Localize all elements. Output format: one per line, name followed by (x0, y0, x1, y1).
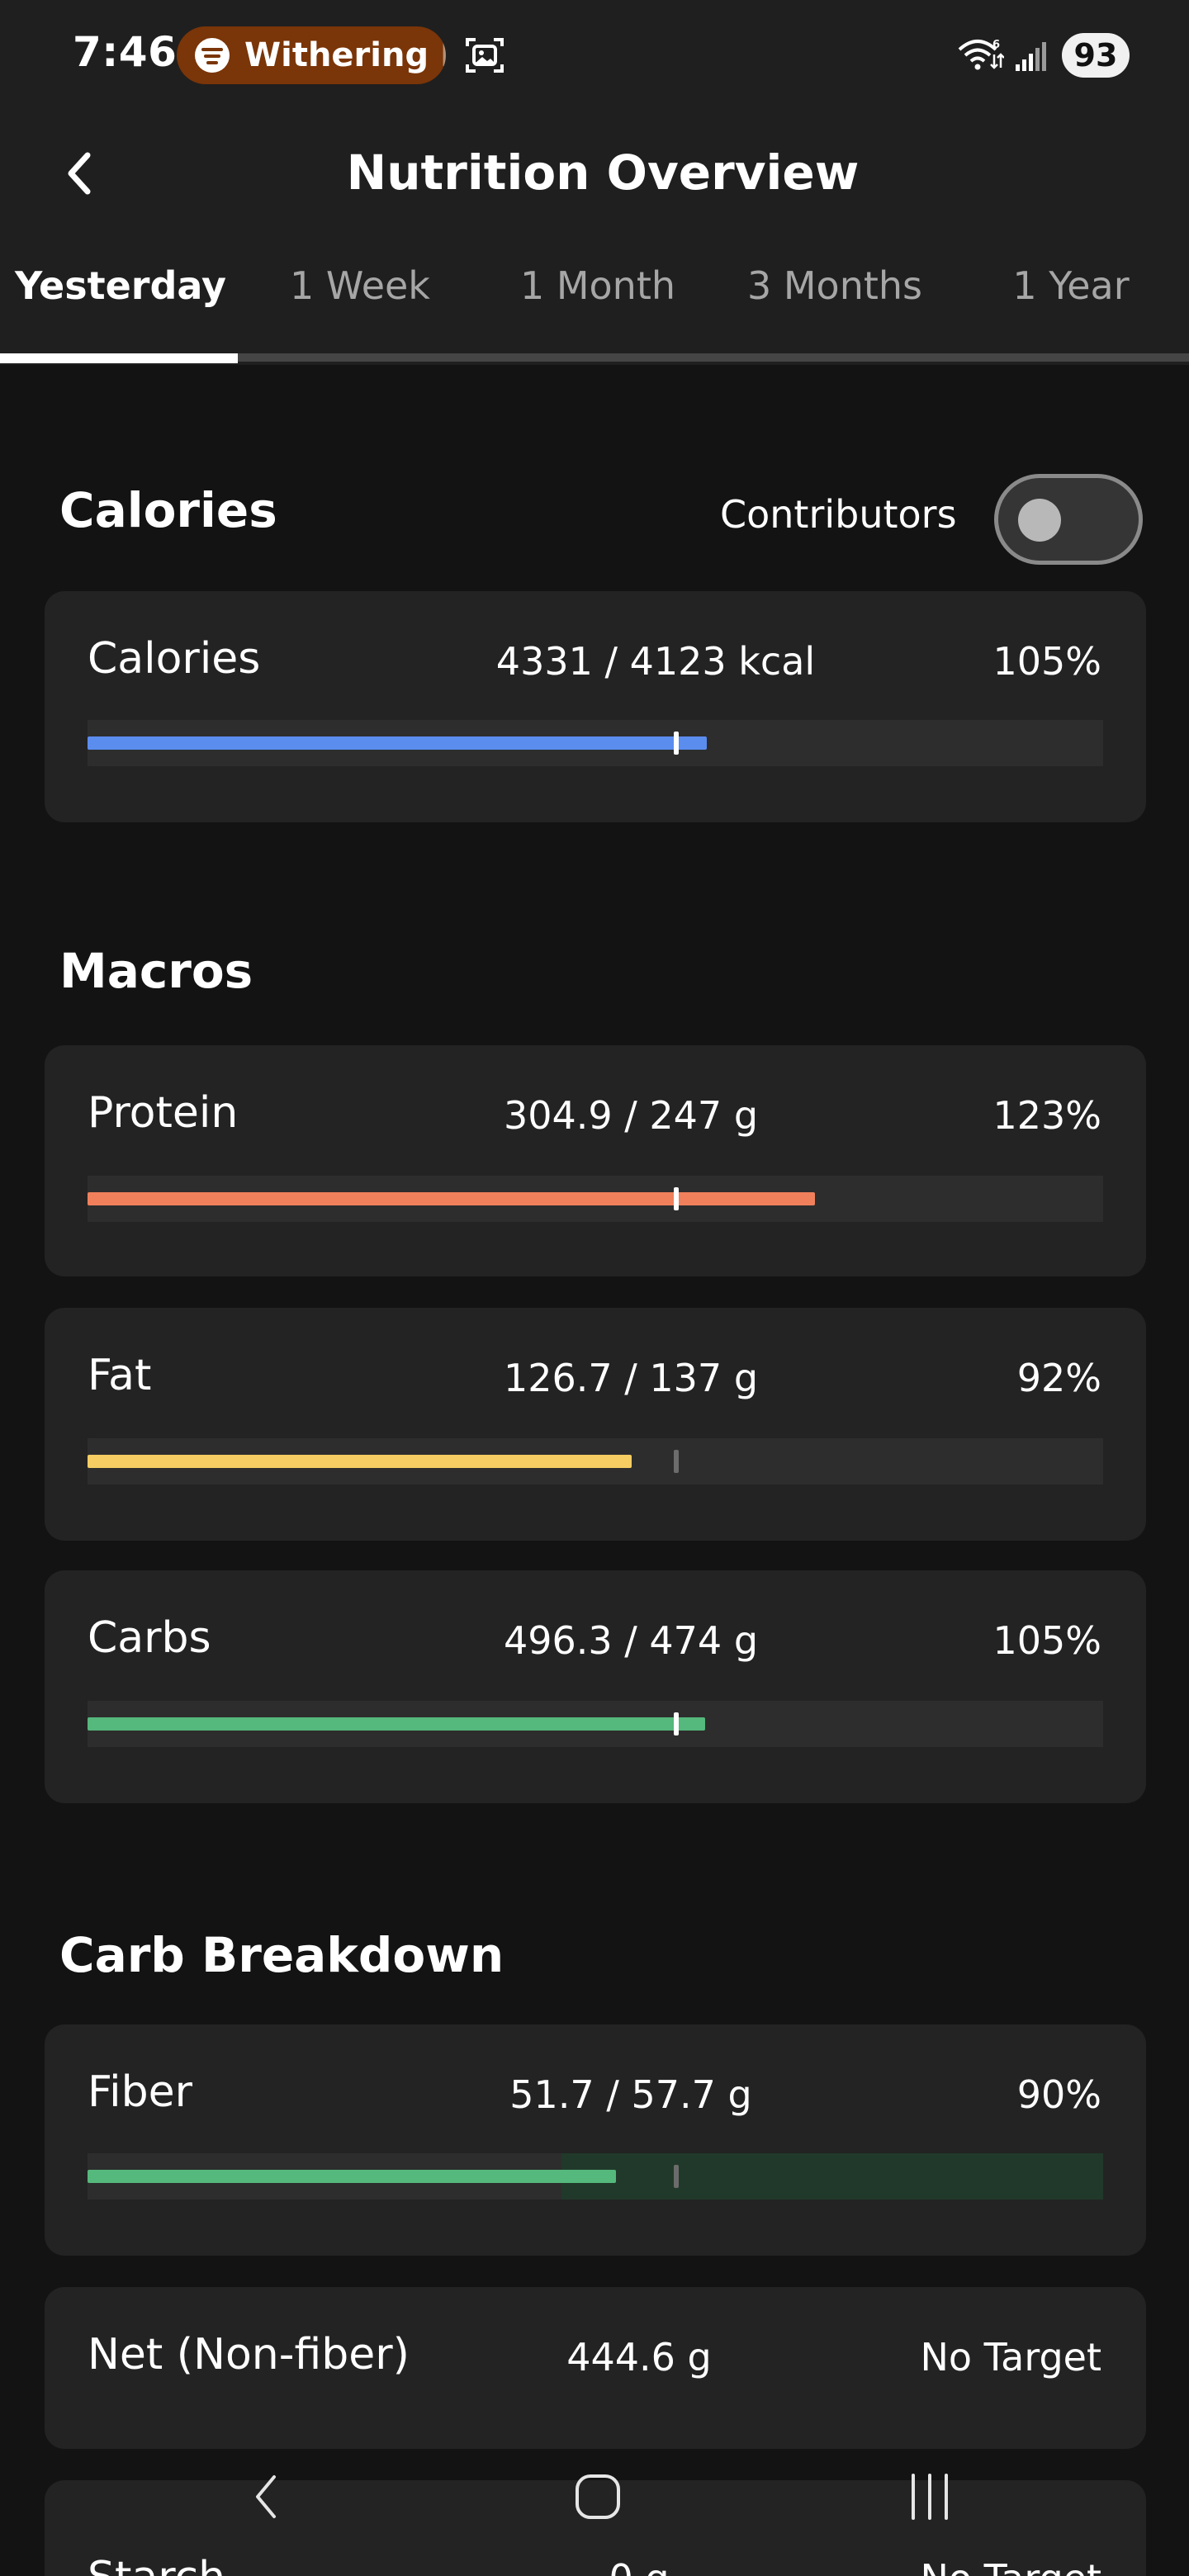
target-marker (674, 1712, 679, 1735)
progress-bar (88, 720, 1103, 766)
target-zone (561, 2153, 1103, 2200)
nutrient-card-carbs[interactable]: Carbs 496.3 / 474 g 105% (45, 1570, 1146, 1803)
back-nav-icon (256, 2475, 276, 2518)
nutrient-card-fiber[interactable]: Fiber 51.7 / 57.7 g 90% (45, 2024, 1146, 2256)
progress-bar (88, 1438, 1103, 1485)
progress-fill (88, 1192, 815, 1205)
target-marker (674, 1450, 679, 1473)
progress-bar (88, 1701, 1103, 1747)
wifi-icon: 6 (958, 39, 1004, 70)
contributors-label: Contributors (720, 492, 957, 537)
tab-3-months[interactable]: 3 Months (717, 244, 953, 327)
progress-bar (88, 2153, 1103, 2200)
system-navigation-bar (0, 2444, 1189, 2576)
nutrition-overview-screen: 7:46 Withering F 6 93 Nutrition Overview… (0, 0, 1189, 2576)
recents-nav-icon (912, 2474, 948, 2520)
svg-text:6: 6 (992, 39, 1000, 51)
nutrient-card-fat[interactable]: Fat 126.7 / 137 g 92% (45, 1308, 1146, 1541)
calories-section-title: Calories (59, 482, 277, 538)
tab-1-year[interactable]: 1 Year (953, 244, 1189, 327)
nutrient-value: 4331 / 4123 kcal (495, 639, 816, 684)
home-nav-icon (576, 2474, 620, 2519)
tab-1-month[interactable]: 1 Month (479, 244, 717, 327)
active-tab-indicator (0, 353, 238, 363)
contributors-toggle[interactable] (994, 474, 1143, 565)
battery-indicator: 93 (1062, 33, 1130, 78)
nav-back-button[interactable] (216, 2464, 315, 2530)
nutrient-name: Fiber (88, 2067, 192, 2117)
period-tabs: Yesterday 1 Week 1 Month 3 Months 1 Year (0, 244, 1189, 335)
nutrient-card-net-non-fiber[interactable]: Net (Non-fiber) 444.6 g No Target (45, 2287, 1146, 2449)
app-header: Nutrition Overview Yesterday 1 Week 1 Mo… (0, 112, 1189, 365)
media-title: Withering F (244, 36, 446, 74)
target-marker (674, 732, 679, 755)
nutrient-percent: No Target (920, 2335, 1102, 2379)
progress-fill (88, 2170, 616, 2183)
target-marker (674, 2165, 679, 2188)
progress-bar (88, 1176, 1103, 1222)
progress-fill (88, 1455, 632, 1468)
nutrient-name: Fat (88, 1351, 152, 1400)
tab-yesterday[interactable]: Yesterday (0, 244, 241, 327)
target-marker (674, 1187, 679, 1210)
nutrient-percent: 105% (992, 1618, 1101, 1663)
status-time: 7:46 (73, 28, 178, 76)
nutrient-value: 304.9 / 247 g (503, 1093, 759, 1138)
nutrient-value: 496.3 / 474 g (503, 1618, 759, 1663)
progress-fill (88, 736, 707, 750)
screenshot-icon (466, 38, 504, 73)
nutrient-name: Calories (88, 634, 261, 684)
tab-1-week[interactable]: 1 Week (241, 244, 479, 327)
nutrient-card-calories[interactable]: Calories 4331 / 4123 kcal 105% (45, 591, 1146, 822)
nav-home-button[interactable] (548, 2464, 647, 2530)
nutrient-value: 126.7 / 137 g (503, 1356, 759, 1400)
signal-icon (1016, 42, 1046, 71)
nutrient-name: Carbs (88, 1613, 211, 1663)
nutrient-name: Net (Non-fiber) (88, 2330, 410, 2379)
nutrient-value: 51.7 / 57.7 g (509, 2072, 752, 2117)
media-playback-pill[interactable]: Withering F (177, 26, 446, 84)
nav-recents-button[interactable] (880, 2464, 979, 2530)
nutrient-name: Protein (88, 1088, 239, 1138)
nutrient-value: 444.6 g (566, 2335, 712, 2379)
status-bar: 7:46 Withering F 6 93 (0, 0, 1189, 112)
spotify-icon (195, 38, 230, 73)
toggle-knob (1018, 499, 1061, 542)
nutrient-percent: 92% (1016, 1356, 1101, 1400)
carb-breakdown-section-title: Carb Breakdown (59, 1927, 504, 1983)
nutrient-percent: 90% (1016, 2072, 1101, 2117)
page-title: Nutrition Overview (346, 144, 860, 201)
nutrient-percent: 123% (992, 1093, 1101, 1138)
macros-section-title: Macros (59, 943, 253, 999)
nutrient-percent: 105% (992, 639, 1101, 684)
nutrient-card-protein[interactable]: Protein 304.9 / 247 g 123% (45, 1045, 1146, 1276)
progress-fill (88, 1717, 705, 1731)
